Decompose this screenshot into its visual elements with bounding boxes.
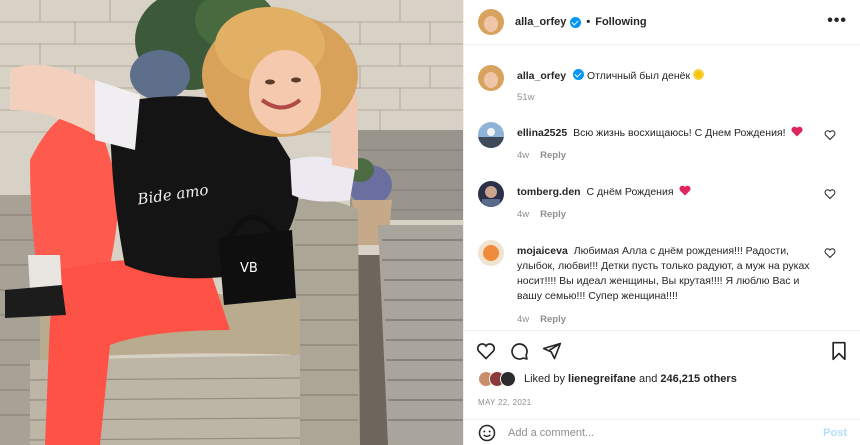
post-photo[interactable]: Віdе ато VВ: [0, 0, 463, 445]
caption-body: alla_orfey Отличный был денёк: [517, 69, 823, 84]
following-button[interactable]: Following: [595, 16, 646, 28]
comment-time[interactable]: 4w: [517, 209, 529, 220]
caption-username[interactable]: alla_orfey: [517, 70, 566, 82]
sun-emoji-icon: [693, 69, 705, 80]
liked-by-text: Liked by lienegreifane and 246,215 other…: [524, 373, 737, 385]
comment-username[interactable]: ellina2525: [517, 127, 567, 139]
caption-avatar[interactable]: [478, 65, 504, 91]
comment-body: ellina2525 Всю жизнь восхищаюсь! С Днем …: [517, 126, 823, 141]
bookmark-icon[interactable]: [829, 341, 849, 361]
reply-button[interactable]: Reply: [540, 314, 566, 325]
comment-meta: 4w Reply: [517, 150, 577, 161]
reply-button[interactable]: Reply: [540, 150, 566, 161]
comment-time[interactable]: 4w: [517, 314, 529, 325]
comment-username[interactable]: mojaiceva: [517, 245, 568, 257]
liked-by-connector: and: [638, 373, 658, 385]
post-side-panel: alla_orfey • Following ••• alla_orfey От…: [463, 0, 860, 445]
author-username[interactable]: alla_orfey: [515, 16, 566, 28]
reply-button[interactable]: Reply: [540, 209, 566, 220]
comment-input[interactable]: [508, 427, 798, 439]
comment-meta: 4w Reply: [517, 314, 577, 325]
commenter-avatar[interactable]: [478, 181, 504, 207]
ellipsis-icon[interactable]: •••: [827, 13, 847, 29]
post-comment-button[interactable]: Post: [823, 427, 847, 439]
commenter-avatar[interactable]: [478, 240, 504, 266]
heart-outline-icon[interactable]: [476, 341, 496, 361]
post-header: alla_orfey • Following •••: [464, 0, 860, 45]
likes-count[interactable]: 246,215 others: [660, 373, 736, 385]
verified-badge-icon: [573, 69, 585, 80]
comments-list[interactable]: alla_orfey Отличный был денёк 51w ellina…: [464, 46, 860, 330]
author-avatar[interactable]: [478, 9, 504, 35]
verified-badge-icon: [570, 16, 582, 28]
smiley-icon[interactable]: [478, 424, 496, 442]
liked-by-prefix: Liked by: [524, 373, 565, 385]
comment-time[interactable]: 4w: [517, 150, 529, 161]
bag-print: VВ: [240, 261, 258, 276]
comment-meta: 4w Reply: [517, 209, 577, 220]
commenter-avatar[interactable]: [478, 122, 504, 148]
comment-body: tomberg.den С днём Рождения: [517, 185, 823, 200]
comment-icon[interactable]: [509, 341, 529, 361]
instagram-post: Віdе ато VВ alla_orfey • Following ••• a…: [0, 0, 860, 445]
comment-body: mojaiceva Любимая Алла с днём рождения!!…: [517, 244, 823, 304]
heart-emoji-icon: [791, 126, 804, 137]
heart-outline-icon[interactable]: [824, 188, 836, 200]
share-icon[interactable]: [542, 341, 562, 361]
caption-time[interactable]: 51w: [517, 92, 534, 103]
heart-outline-icon[interactable]: [824, 129, 836, 141]
liker-avatar: [500, 371, 516, 387]
post-photo-illustration: Віdе ато VВ: [0, 0, 463, 445]
post-actions: Liked by lienegreifane and 246,215 other…: [464, 330, 860, 445]
heart-outline-icon[interactable]: [824, 247, 836, 259]
liked-by-user[interactable]: lienegreifane: [568, 373, 636, 385]
liked-by-row: Liked by lienegreifane and 246,215 other…: [478, 371, 737, 387]
comment-text: С днём Рождения: [586, 186, 674, 198]
add-comment-bar: Post: [464, 419, 860, 445]
heart-emoji-icon: [679, 185, 692, 196]
caption-text: Отличный был денёк: [586, 70, 691, 82]
comment-username[interactable]: tomberg.den: [517, 186, 581, 198]
header-separator: •: [586, 16, 591, 28]
caption-meta: 51w: [517, 92, 545, 103]
post-date[interactable]: MAY 22, 2021: [478, 398, 532, 407]
comment-text: Всю жизнь восхищаюсь! С Днем Рождения!: [573, 127, 786, 139]
